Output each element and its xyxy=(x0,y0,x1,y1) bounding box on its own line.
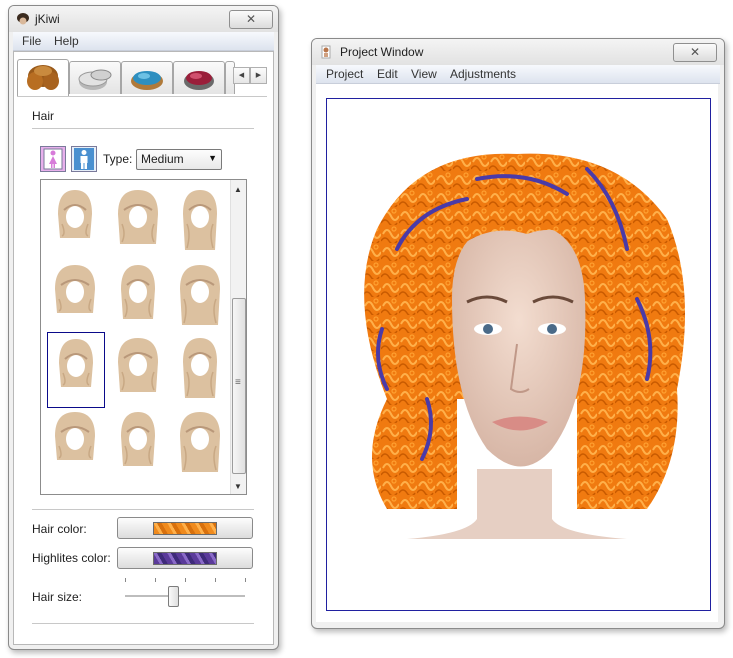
slider-tick xyxy=(185,578,186,582)
menu-help[interactable]: Help xyxy=(54,34,79,48)
close-button[interactable]: ✕ xyxy=(229,10,273,29)
close-icon: ✕ xyxy=(689,45,701,59)
menu-adjustments[interactable]: Adjustments xyxy=(450,67,516,81)
portrait-preview xyxy=(364,153,685,539)
tab-scroll-right-button[interactable]: ▶ xyxy=(250,67,267,84)
slider-tick xyxy=(155,578,156,582)
tab-hair[interactable] xyxy=(17,59,69,96)
hair-size-slider-thumb[interactable] xyxy=(167,586,179,607)
slider-tick xyxy=(125,578,126,582)
slider-tick xyxy=(215,578,216,582)
menu-file[interactable]: File xyxy=(22,34,41,48)
highlites-color-label: Highlites color: xyxy=(32,551,111,565)
menu-view[interactable]: View xyxy=(411,67,437,81)
controls-divider xyxy=(32,509,254,510)
tab-scroll-left-button[interactable]: ◀ xyxy=(233,67,250,84)
arrow-right-icon: ▶ xyxy=(255,72,262,79)
section-title: Hair xyxy=(32,109,55,123)
section-divider xyxy=(32,128,254,129)
hairstyle-thumbnail[interactable] xyxy=(110,184,166,258)
highlites-color-button[interactable] xyxy=(117,547,253,569)
hairstyle-thumbnail[interactable] xyxy=(110,259,166,333)
hair-color-button[interactable] xyxy=(117,517,253,539)
bottom-divider xyxy=(32,623,254,624)
hairstyle-thumbnail[interactable] xyxy=(172,259,228,333)
hairstyle-thumbnail[interactable] xyxy=(47,332,105,408)
highlites-color-swatch xyxy=(153,552,217,565)
tab-strip-border xyxy=(17,96,267,97)
type-select[interactable]: Medium ▼ xyxy=(136,149,222,170)
type-label: Type: xyxy=(103,152,133,166)
scroll-down-icon[interactable]: ▼ xyxy=(234,482,242,491)
chevron-down-icon: ▼ xyxy=(208,153,217,163)
female-icon xyxy=(43,148,63,170)
hairstyle-scrollbar[interactable]: ▲ ≡ ▼ xyxy=(230,180,246,494)
hair-color-label: Hair color: xyxy=(32,522,87,536)
grip-icon: ≡ xyxy=(235,377,241,388)
hairstyle-thumbnail[interactable] xyxy=(172,184,228,258)
hairstyle-thumbnail[interactable] xyxy=(47,259,103,333)
type-select-value: Medium xyxy=(141,152,184,166)
hair-size-slider-track[interactable] xyxy=(125,595,245,598)
scroll-up-icon[interactable]: ▲ xyxy=(234,185,242,194)
hair-size-label: Hair size: xyxy=(32,590,83,604)
scrollbar-thumb[interactable]: ≡ xyxy=(232,298,246,474)
eyeshadow-icon xyxy=(131,71,163,90)
hairstyle-thumbnail[interactable] xyxy=(110,406,166,480)
hairstyle-list[interactable]: ▲ ≡ ▼ xyxy=(40,179,247,495)
tool-tabs: ◀ ▶ xyxy=(17,59,267,97)
hairstyle-thumbnail[interactable] xyxy=(110,332,166,406)
kiwi-app-icon xyxy=(16,12,30,26)
arrow-left-icon: ◀ xyxy=(238,72,245,79)
male-toggle-button[interactable] xyxy=(71,146,97,172)
window-title: Project Window xyxy=(340,45,424,59)
close-button[interactable]: ✕ xyxy=(673,43,717,62)
female-toggle-button[interactable] xyxy=(40,146,66,172)
project-titlebar[interactable]: Project Window ✕ xyxy=(312,39,724,65)
hair-icon xyxy=(27,65,59,90)
jkiwi-titlebar[interactable]: jKiwi ✕ xyxy=(9,6,278,32)
tab-blush[interactable] xyxy=(173,61,225,94)
blush-icon xyxy=(184,71,214,90)
project-canvas[interactable] xyxy=(326,98,711,611)
tab-powder[interactable] xyxy=(69,61,121,94)
hairstyle-thumbnail[interactable] xyxy=(47,406,103,480)
menu-project[interactable]: Project xyxy=(326,67,363,81)
slider-tick xyxy=(245,578,246,582)
project-app-icon xyxy=(319,45,333,59)
hairstyle-thumbnail[interactable] xyxy=(172,332,228,406)
powder-icon xyxy=(78,69,112,90)
project-menubar: Project Edit View Adjustments xyxy=(316,65,720,84)
hair-color-swatch xyxy=(153,522,217,535)
window-title: jKiwi xyxy=(35,12,60,26)
tab-eyeshadow[interactable] xyxy=(121,61,173,94)
male-icon xyxy=(74,148,94,170)
hairstyle-thumbnail[interactable] xyxy=(47,184,103,258)
hairstyle-thumbnail[interactable] xyxy=(172,406,228,480)
close-icon: ✕ xyxy=(245,12,257,26)
menu-edit[interactable]: Edit xyxy=(377,67,398,81)
jkiwi-menubar: File Help xyxy=(13,32,274,51)
